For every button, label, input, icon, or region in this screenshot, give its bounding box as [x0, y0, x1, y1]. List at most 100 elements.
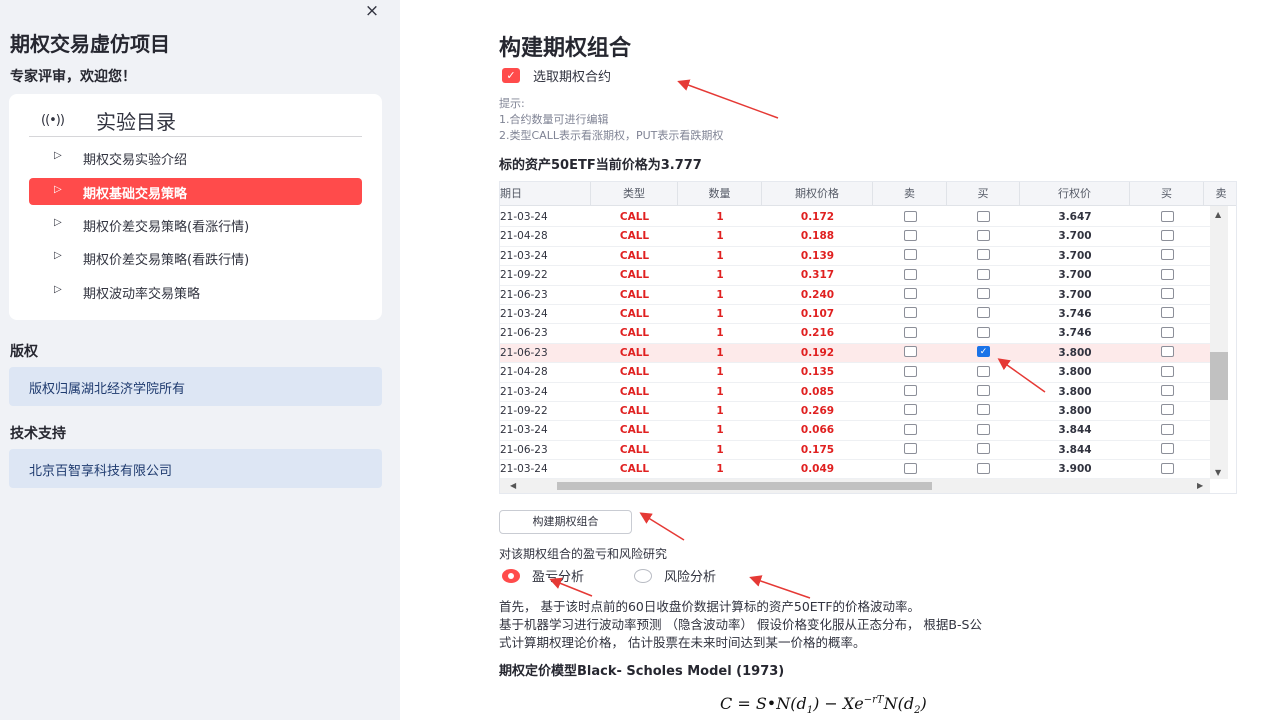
- support-info: 北京百智享科技有限公司: [9, 449, 382, 488]
- buy-checkbox[interactable]: [977, 326, 990, 338]
- sell-checkbox[interactable]: [903, 268, 917, 280]
- sell-checkbox[interactable]: [903, 307, 917, 319]
- sell-checkbox[interactable]: [903, 346, 917, 358]
- scroll-left-icon[interactable]: ◀: [510, 481, 516, 490]
- buy2-checkbox[interactable]: [1160, 249, 1174, 261]
- menu-item-basic-strategy[interactable]: ▷ 期权基础交易策略: [29, 178, 362, 205]
- menu-item-volatility[interactable]: ▷ 期权波动率交易策略: [29, 278, 362, 305]
- buy2-checkbox[interactable]: [1160, 307, 1174, 319]
- support-title: 技术支持: [10, 426, 66, 442]
- sell-cell: [873, 227, 947, 246]
- close-icon[interactable]: ×: [362, 2, 382, 22]
- buy-checkbox[interactable]: [977, 365, 990, 377]
- buy2-checkbox[interactable]: [1160, 326, 1174, 338]
- sell-checkbox[interactable]: [903, 365, 917, 377]
- menu-item-label: 期权价差交易策略(看跌行情): [83, 253, 250, 268]
- buy-checkbox[interactable]: ✓: [977, 346, 990, 358]
- table-row[interactable]: 21-04-28 CALL 1 0.135 3.800: [500, 363, 1210, 383]
- buy-checkbox[interactable]: [977, 462, 990, 474]
- buy-checkbox[interactable]: [977, 229, 990, 241]
- scroll-down-icon[interactable]: ▼: [1215, 468, 1221, 477]
- buy2-checkbox[interactable]: [1160, 423, 1174, 435]
- date-cell: 21-03-24: [500, 249, 548, 262]
- column-header[interactable]: 行权价: [1020, 182, 1130, 206]
- buy2-checkbox[interactable]: [1160, 210, 1174, 222]
- strike-cell: 3.746: [1058, 327, 1092, 340]
- table-row[interactable]: 21-06-23 CALL 1 0.240 3.700: [500, 286, 1210, 305]
- table-row[interactable]: 21-06-23 CALL 1 0.175 3.844: [500, 441, 1210, 461]
- sell-checkbox[interactable]: [903, 210, 917, 222]
- sell-checkbox[interactable]: [903, 404, 917, 416]
- column-header[interactable]: 期权价格: [762, 182, 873, 206]
- menu-divider: [29, 136, 362, 137]
- vertical-scrollbar[interactable]: ▲ ▼: [1210, 206, 1228, 479]
- column-header[interactable]: 卖: [873, 182, 947, 206]
- buy-checkbox[interactable]: [977, 249, 990, 261]
- buy-checkbox[interactable]: [977, 443, 990, 455]
- sell-cell: [873, 383, 947, 402]
- sell-checkbox[interactable]: [903, 385, 917, 397]
- sell-checkbox[interactable]: [903, 326, 917, 338]
- scroll-up-icon[interactable]: ▲: [1215, 210, 1221, 219]
- buy2-checkbox[interactable]: [1160, 365, 1174, 377]
- type-cell: CALL: [619, 404, 650, 417]
- buy2-checkbox[interactable]: [1160, 346, 1174, 358]
- buy-checkbox[interactable]: [977, 423, 990, 435]
- table-row[interactable]: 21-03-24 CALL 1 0.049 3.900: [500, 460, 1210, 480]
- buy-checkbox[interactable]: [977, 404, 990, 416]
- column-header[interactable]: 买: [1130, 182, 1204, 206]
- column-header[interactable]: 类型: [591, 182, 678, 206]
- buy2-checkbox[interactable]: [1160, 443, 1174, 455]
- horizontal-scrollbar[interactable]: ◀ ▶: [500, 479, 1210, 493]
- buy-cell: [947, 383, 1020, 402]
- table-row[interactable]: 21-03-24 CALL 1 0.172 3.647: [500, 208, 1210, 228]
- buy-checkbox[interactable]: [977, 288, 990, 300]
- build-portfolio-button[interactable]: 构建期权组合: [499, 510, 632, 534]
- type-cell: CALL: [619, 269, 650, 282]
- buy2-checkbox[interactable]: [1160, 385, 1174, 397]
- scroll-right-icon[interactable]: ▶: [1197, 481, 1203, 490]
- column-header[interactable]: 数量: [678, 182, 762, 206]
- table-row[interactable]: 21-03-24 CALL 1 0.139 3.700: [500, 247, 1210, 267]
- table-row[interactable]: 21-06-23 CALL 1 0.216 3.746: [500, 324, 1210, 344]
- table-row[interactable]: 21-06-23 CALL 1 0.192 ✓ 3.800: [500, 343, 1210, 364]
- buy-checkbox[interactable]: [977, 307, 990, 319]
- buy2-cell: [1130, 247, 1204, 266]
- menu-item-bear-spread[interactable]: ▷ 期权价差交易策略(看跌行情): [29, 244, 362, 271]
- buy2-checkbox[interactable]: [1160, 404, 1174, 416]
- column-header[interactable]: 卖: [1204, 182, 1236, 206]
- sell-cell: [873, 286, 947, 305]
- sell-checkbox[interactable]: [903, 462, 917, 474]
- scrollbar-thumb[interactable]: [1210, 352, 1228, 400]
- play-icon: ▷: [54, 150, 62, 161]
- table-row[interactable]: 21-04-28 CALL 1 0.188 3.700: [500, 227, 1210, 247]
- menu-item-intro[interactable]: ▷ 期权交易实验介绍: [29, 144, 362, 171]
- column-header[interactable]: 期日: [500, 182, 591, 206]
- sell-cell: [873, 363, 947, 382]
- black-scholes-formula: C = S•N(d1) − Xe−rTN(d2): [720, 694, 927, 716]
- menu-item-bull-spread[interactable]: ▷ 期权价差交易策略(看涨行情): [29, 211, 362, 238]
- buy2-checkbox[interactable]: [1160, 229, 1174, 241]
- sell-checkbox[interactable]: [903, 229, 917, 241]
- buy-checkbox[interactable]: [977, 385, 990, 397]
- column-header[interactable]: 买: [947, 182, 1020, 206]
- qty-cell: 1: [716, 327, 724, 340]
- date-cell: 21-09-22: [500, 269, 548, 282]
- table-row[interactable]: 21-03-24 CALL 1 0.085 3.800: [500, 383, 1210, 402]
- buy-checkbox[interactable]: [977, 210, 990, 222]
- buy2-checkbox[interactable]: [1160, 288, 1174, 300]
- buy2-checkbox[interactable]: [1160, 462, 1174, 474]
- table-row[interactable]: 21-09-22 CALL 1 0.269 3.800: [500, 402, 1210, 422]
- price-cell: 0.066: [800, 424, 835, 437]
- buy2-cell: [1130, 441, 1204, 460]
- buy-checkbox[interactable]: [977, 268, 990, 280]
- scrollbar-thumb[interactable]: [557, 482, 932, 490]
- buy2-checkbox[interactable]: [1160, 268, 1174, 280]
- sell-checkbox[interactable]: [903, 443, 917, 455]
- table-row[interactable]: 21-03-24 CALL 1 0.107 3.746: [500, 305, 1210, 325]
- sell-checkbox[interactable]: [903, 288, 917, 300]
- table-row[interactable]: 21-09-22 CALL 1 0.317 3.700: [500, 266, 1210, 286]
- table-row[interactable]: 21-03-24 CALL 1 0.066 3.844: [500, 421, 1210, 441]
- sell-checkbox[interactable]: [903, 423, 917, 435]
- sell-checkbox[interactable]: [903, 249, 917, 261]
